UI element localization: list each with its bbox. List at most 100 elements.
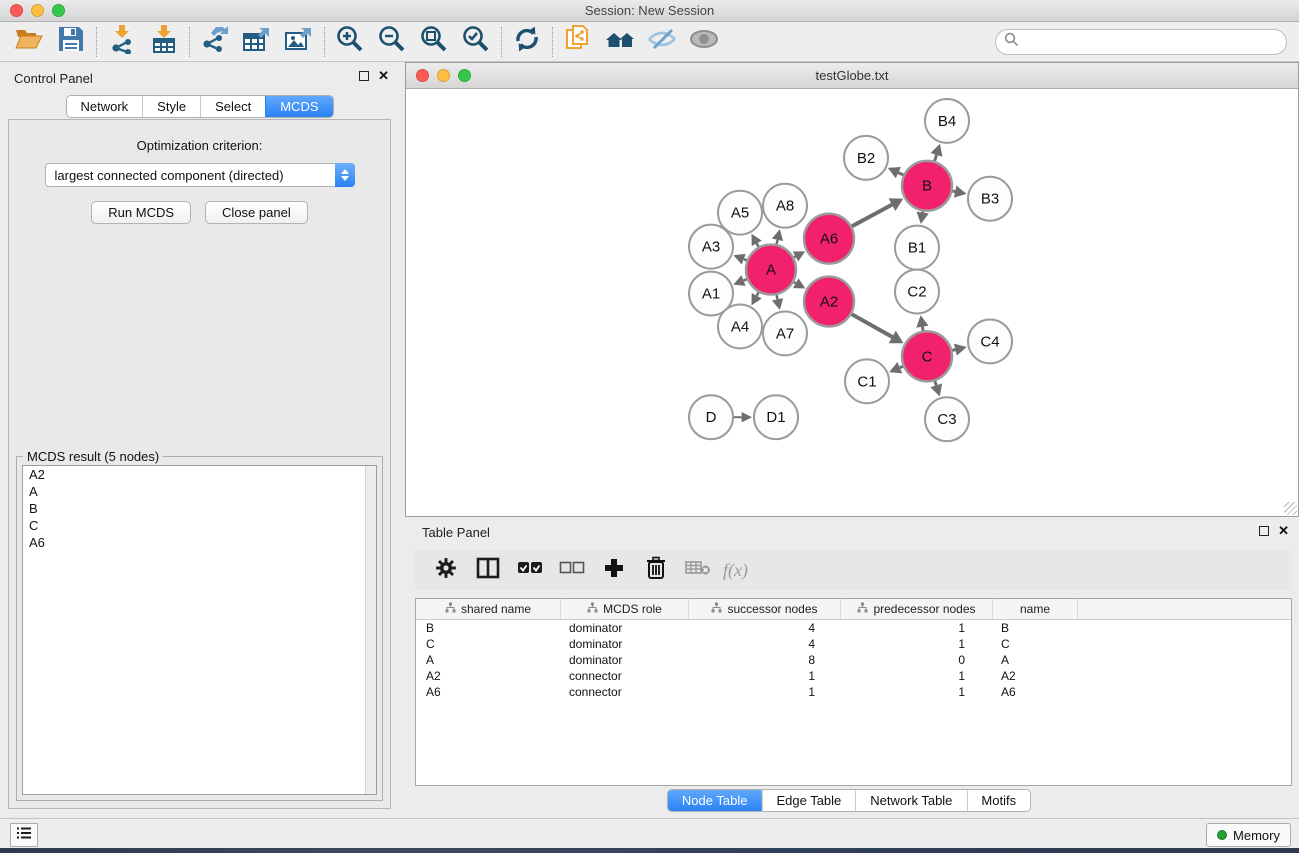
table-cell[interactable]: dominator xyxy=(561,653,689,667)
close-panel-icon[interactable]: ✕ xyxy=(378,71,389,81)
network-graph[interactable]: B4B2BB3B1A5A8A6A3AA1C2A2A4A7C4CC1C3DD1 xyxy=(406,89,1298,516)
edge-A-A7[interactable] xyxy=(777,295,778,299)
memory-button[interactable]: Memory xyxy=(1206,823,1291,847)
delete-table-button[interactable] xyxy=(679,554,717,586)
export-network-button[interactable] xyxy=(194,25,236,59)
show-columns-button[interactable] xyxy=(469,554,507,586)
edge-A-A3[interactable] xyxy=(744,259,747,260)
table-cell[interactable]: 4 xyxy=(689,621,841,635)
edge-B-B4[interactable] xyxy=(935,155,937,161)
edge-A2-C[interactable] xyxy=(852,314,893,337)
table-cell[interactable]: A xyxy=(416,653,561,667)
task-history-button[interactable] xyxy=(10,823,38,847)
import-network-button[interactable] xyxy=(101,25,143,59)
column-header-name[interactable]: name xyxy=(993,599,1078,619)
mcds-result-list[interactable]: A2ABCA6 xyxy=(22,465,377,795)
tab-style[interactable]: Style xyxy=(142,96,200,117)
network-canvas[interactable]: B4B2BB3B1A5A8A6A3AA1C2A2A4A7C4CC1C3DD1 xyxy=(406,89,1298,516)
close-table-panel-icon[interactable]: ✕ xyxy=(1278,526,1289,536)
network-close-button[interactable] xyxy=(416,69,429,82)
save-session-button[interactable] xyxy=(50,25,92,59)
table-row[interactable]: Cdominator41C xyxy=(416,636,1291,652)
table-cell[interactable]: A2 xyxy=(416,669,561,683)
edge-A-A5[interactable] xyxy=(757,243,759,246)
optimization-criterion-dropdown[interactable]: largest connected component (directed) xyxy=(45,163,355,187)
table-cell[interactable]: connector xyxy=(561,685,689,699)
edge-A-A4[interactable] xyxy=(757,292,759,295)
result-item[interactable]: C xyxy=(23,517,376,534)
table-cell[interactable]: 1 xyxy=(841,685,993,699)
result-item[interactable]: A6 xyxy=(23,534,376,551)
table-cell[interactable]: 1 xyxy=(689,669,841,683)
table-row[interactable]: A2connector11A2 xyxy=(416,668,1291,684)
edge-C-C3[interactable] xyxy=(935,381,936,385)
edge-A6-B[interactable] xyxy=(852,205,892,227)
refresh-layout-button[interactable] xyxy=(506,25,548,59)
table-cell[interactable]: 1 xyxy=(841,637,993,651)
edge-C-C1[interactable] xyxy=(900,366,903,367)
column-header-MCDS-role[interactable]: MCDS role xyxy=(561,599,689,619)
first-neighbors-button[interactable] xyxy=(599,25,641,59)
delete-column-button[interactable] xyxy=(637,554,675,586)
edge-B-B3[interactable] xyxy=(952,191,955,192)
node-table[interactable]: shared nameMCDS rolesuccessor nodesprede… xyxy=(415,598,1292,786)
column-header-successor-nodes[interactable]: successor nodes xyxy=(689,599,841,619)
table-row[interactable]: Adominator80A xyxy=(416,652,1291,668)
show-all-button[interactable] xyxy=(683,25,725,59)
edge-C-C4[interactable] xyxy=(952,350,955,351)
minimize-window-button[interactable] xyxy=(31,4,44,17)
table-cell[interactable]: A6 xyxy=(416,685,561,699)
hide-selected-button[interactable] xyxy=(641,25,683,59)
float-panel-icon[interactable] xyxy=(359,71,369,81)
network-minimize-button[interactable] xyxy=(437,69,450,82)
deselect-all-button[interactable] xyxy=(553,554,591,586)
table-row[interactable]: A6connector11A6 xyxy=(416,684,1291,700)
tab-network-table[interactable]: Network Table xyxy=(855,790,966,811)
table-cell[interactable]: A xyxy=(993,653,1078,667)
edge-C-C2[interactable] xyxy=(922,327,923,331)
table-cell[interactable]: B xyxy=(416,621,561,635)
zoom-window-button[interactable] xyxy=(52,4,65,17)
new-network-from-selection-button[interactable] xyxy=(557,25,599,59)
table-cell[interactable]: dominator xyxy=(561,621,689,635)
add-column-button[interactable] xyxy=(595,554,633,586)
table-cell[interactable]: A6 xyxy=(993,685,1078,699)
edge-A-A1[interactable] xyxy=(743,279,746,280)
table-cell[interactable]: 1 xyxy=(841,621,993,635)
column-header-predecessor-nodes[interactable]: predecessor nodes xyxy=(841,599,993,619)
edge-B-B2[interactable] xyxy=(898,173,903,175)
table-cell[interactable]: 1 xyxy=(841,669,993,683)
table-cell[interactable]: A2 xyxy=(993,669,1078,683)
export-table-button[interactable] xyxy=(236,25,278,59)
result-item[interactable]: A xyxy=(23,483,376,500)
window-resize-grip[interactable] xyxy=(1284,502,1297,515)
close-panel-button[interactable]: Close panel xyxy=(205,201,308,224)
table-row[interactable]: Bdominator41B xyxy=(416,620,1291,636)
table-cell[interactable]: C xyxy=(416,637,561,651)
run-mcds-button[interactable]: Run MCDS xyxy=(91,201,191,224)
table-cell[interactable]: 8 xyxy=(689,653,841,667)
result-item[interactable]: A2 xyxy=(23,466,376,483)
import-table-button[interactable] xyxy=(143,25,185,59)
column-header-shared-name[interactable]: shared name xyxy=(416,599,561,619)
edge-A-A8[interactable] xyxy=(777,240,778,244)
table-cell[interactable]: B xyxy=(993,621,1078,635)
zoom-selected-button[interactable] xyxy=(455,25,497,59)
search-input[interactable] xyxy=(1024,35,1286,50)
result-item[interactable]: B xyxy=(23,500,376,517)
tab-node-table[interactable]: Node Table xyxy=(668,790,762,811)
table-cell[interactable]: 4 xyxy=(689,637,841,651)
open-file-button[interactable] xyxy=(8,25,50,59)
close-window-button[interactable] xyxy=(10,4,23,17)
zoom-fit-button[interactable] xyxy=(413,25,455,59)
table-cell[interactable]: dominator xyxy=(561,637,689,651)
zoom-in-button[interactable] xyxy=(329,25,371,59)
tab-mcds[interactable]: MCDS xyxy=(265,96,332,117)
table-settings-button[interactable] xyxy=(427,554,465,586)
network-zoom-button[interactable] xyxy=(458,69,471,82)
edge-A-A2[interactable] xyxy=(794,282,796,283)
tab-motifs[interactable]: Motifs xyxy=(966,790,1030,811)
table-cell[interactable]: 0 xyxy=(841,653,993,667)
tab-select[interactable]: Select xyxy=(200,96,265,117)
select-all-button[interactable] xyxy=(511,554,549,586)
